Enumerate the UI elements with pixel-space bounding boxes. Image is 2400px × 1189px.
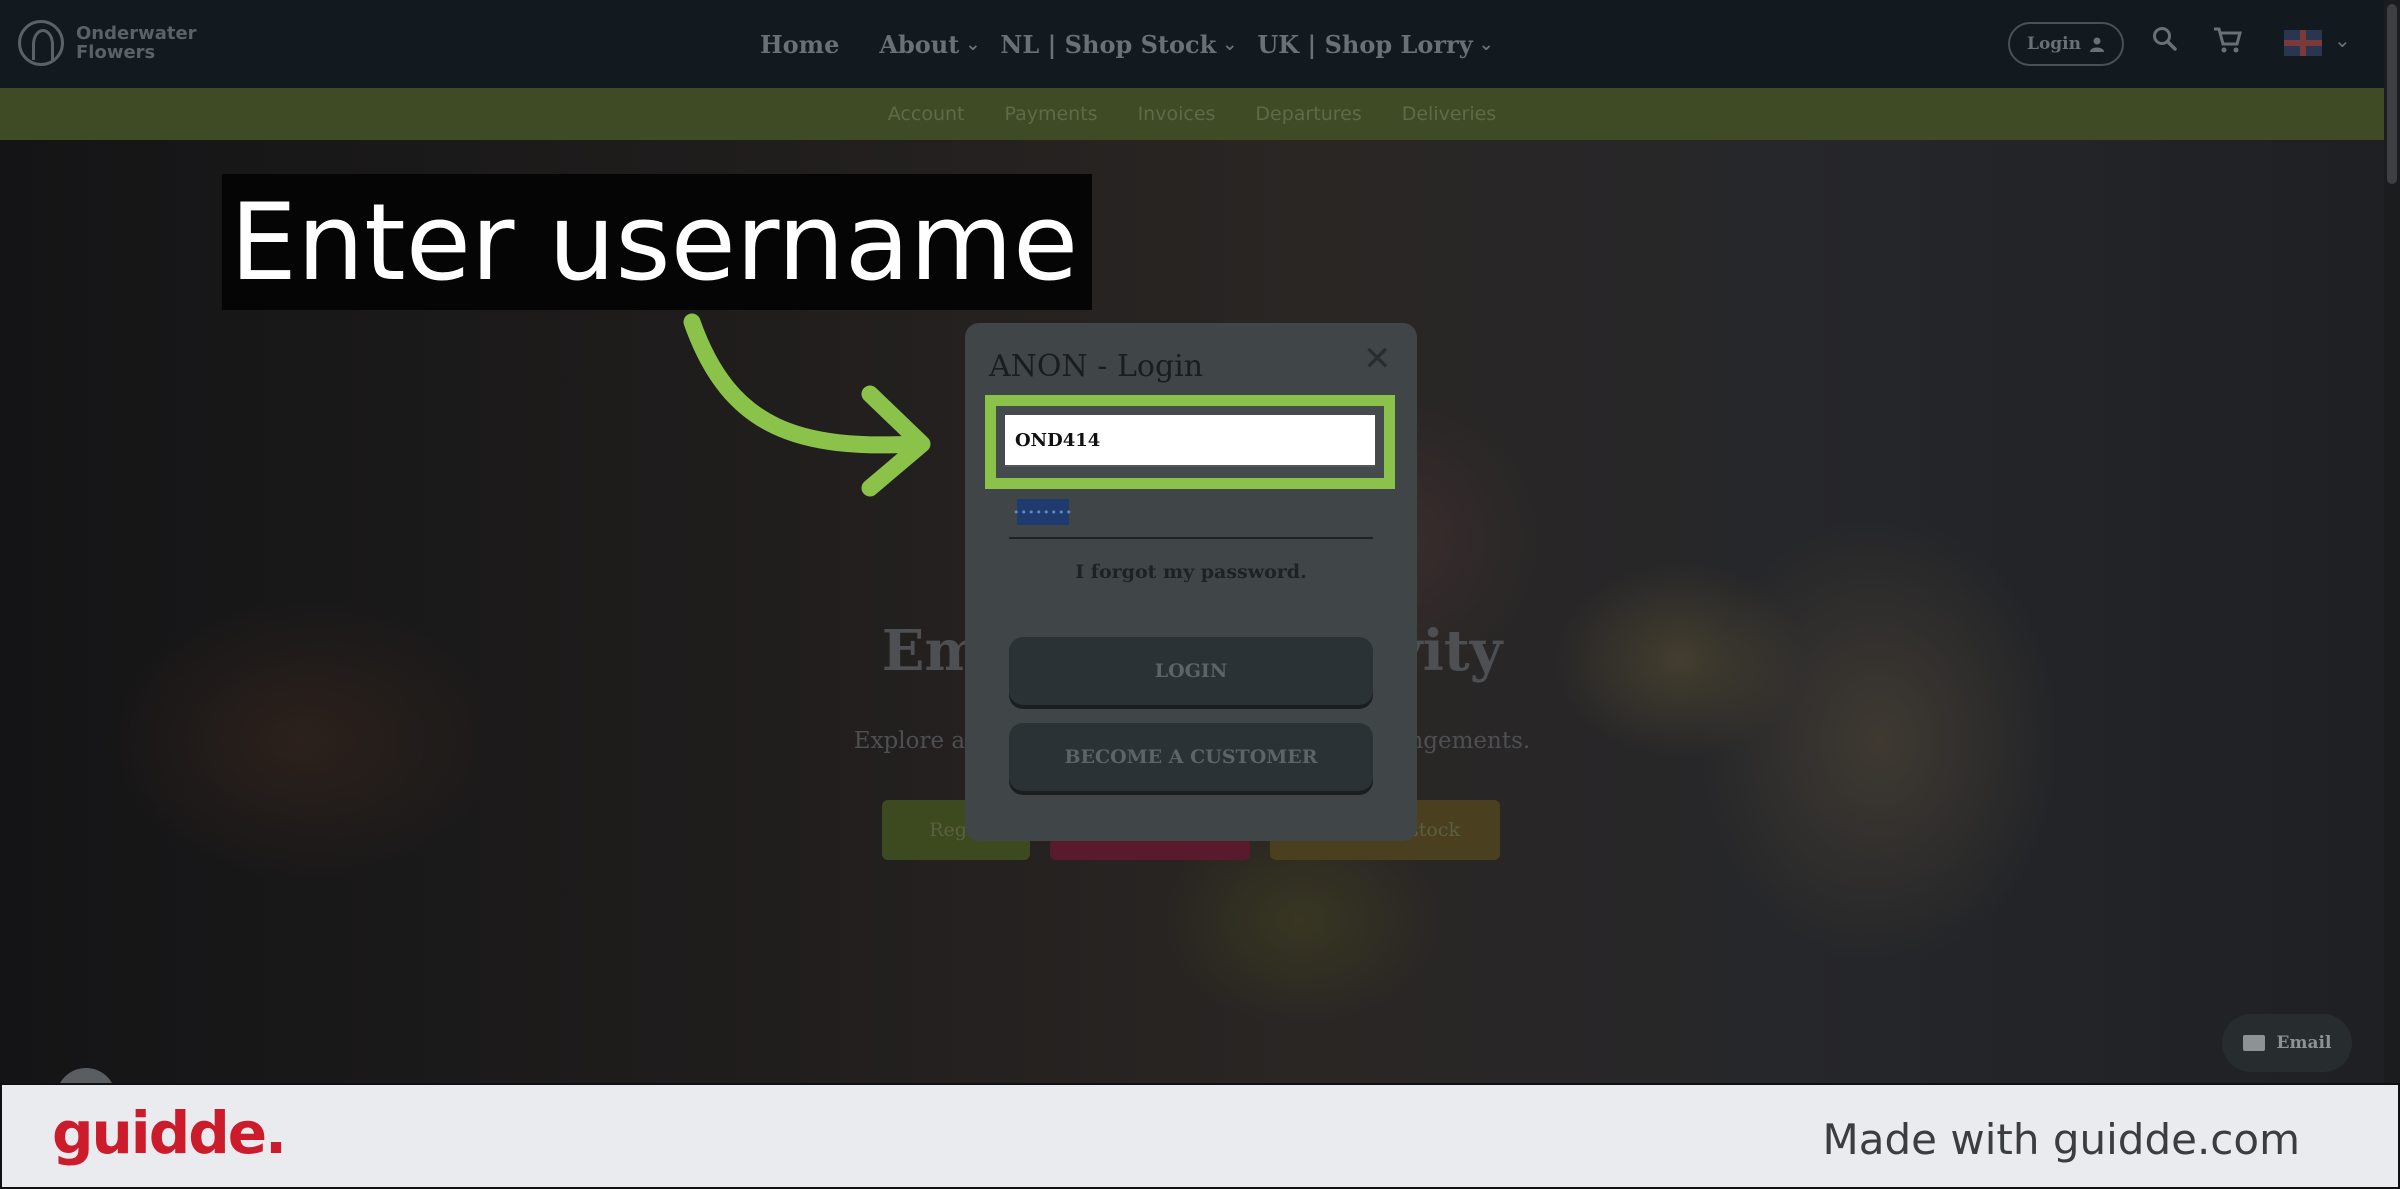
webpage: Onderwater Flowers Home About ⌄ NL | Sho… [0,0,2384,1083]
email-widget-label: Email [2276,1033,2332,1053]
chevron-down-icon: ⌄ [1478,33,1494,55]
chevron-down-icon: ⌄ [965,33,981,55]
top-navigation: Onderwater Flowers Home About ⌄ NL | Sho… [0,0,2384,88]
logo-text: Onderwater Flowers [76,24,197,62]
logo-line-2: Flowers [76,42,156,63]
username-highlight [985,395,1395,489]
made-with-text: Made with guidde.com [1822,1115,2300,1164]
subnav-item-departures[interactable]: Departures [1255,103,1361,125]
chevron-down-icon: ⌄ [1222,33,1238,55]
login-label: Login [2027,34,2081,54]
close-icon[interactable]: ✕ [1363,339,1392,379]
annotation-arrow-icon [683,313,931,497]
annotation-callout-text: Enter username [230,181,1079,304]
scrollbar-thumb[interactable] [2387,4,2397,184]
guidde-logo: guidde. [52,1099,287,1167]
subnav-item-invoices[interactable]: Invoices [1138,103,1216,125]
main-nav: Home About ⌄ NL | Shop Stock ⌄ UK | Shop… [760,0,1494,88]
subnav-item-account[interactable]: Account [888,103,965,125]
nav-item-label: NL | Shop Stock [1000,29,1217,59]
cart-icon[interactable] [2212,26,2242,61]
site-logo[interactable]: Onderwater Flowers [18,20,197,66]
username-input[interactable] [1005,415,1375,467]
nav-item-label: Home [760,29,840,59]
logo-line-1: Onderwater [76,23,197,44]
guidde-footer: guidde. Made with guidde.com [0,1083,2400,1189]
password-value: •••••••• [1013,499,1072,525]
page-scrollbar[interactable] [2384,0,2400,1083]
modal-title: ANON - Login [989,349,1204,384]
subnav-item-deliveries[interactable]: Deliveries [1402,103,1497,125]
subnav-item-payments[interactable]: Payments [1004,103,1097,125]
nav-item-home[interactable]: Home [760,30,839,59]
account-subnav: Account Payments Invoices Departures Del… [0,88,2384,140]
mail-icon [2242,1035,2265,1051]
email-widget-button[interactable]: Email [2222,1014,2352,1072]
logo-mark-icon [18,20,64,66]
user-icon [2090,37,2104,52]
login-submit-button[interactable]: LOGIN [1009,637,1373,705]
nav-item-label: UK | Shop Lorry [1257,29,1473,59]
nav-item-label: About [879,29,960,59]
forgot-password-link[interactable]: I forgot my password. [965,561,1417,583]
uk-flag-icon[interactable] [2284,30,2322,56]
nav-item-nl-shop-stock[interactable]: NL | Shop Stock ⌄ [1000,30,1237,59]
chevron-down-icon[interactable]: ⌄ [2334,28,2351,52]
search-icon[interactable] [2152,26,2178,59]
password-field[interactable]: •••••••• [1009,483,1373,539]
nav-item-about[interactable]: About ⌄ [879,30,980,59]
login-modal: ANON - Login ✕ •••••••• I forgot my pass… [965,323,1417,841]
become-customer-button[interactable]: BECOME A CUSTOMER [1009,723,1373,791]
login-button[interactable]: Login [2008,22,2124,66]
nav-item-uk-shop-lorry[interactable]: UK | Shop Lorry ⌄ [1257,30,1493,59]
